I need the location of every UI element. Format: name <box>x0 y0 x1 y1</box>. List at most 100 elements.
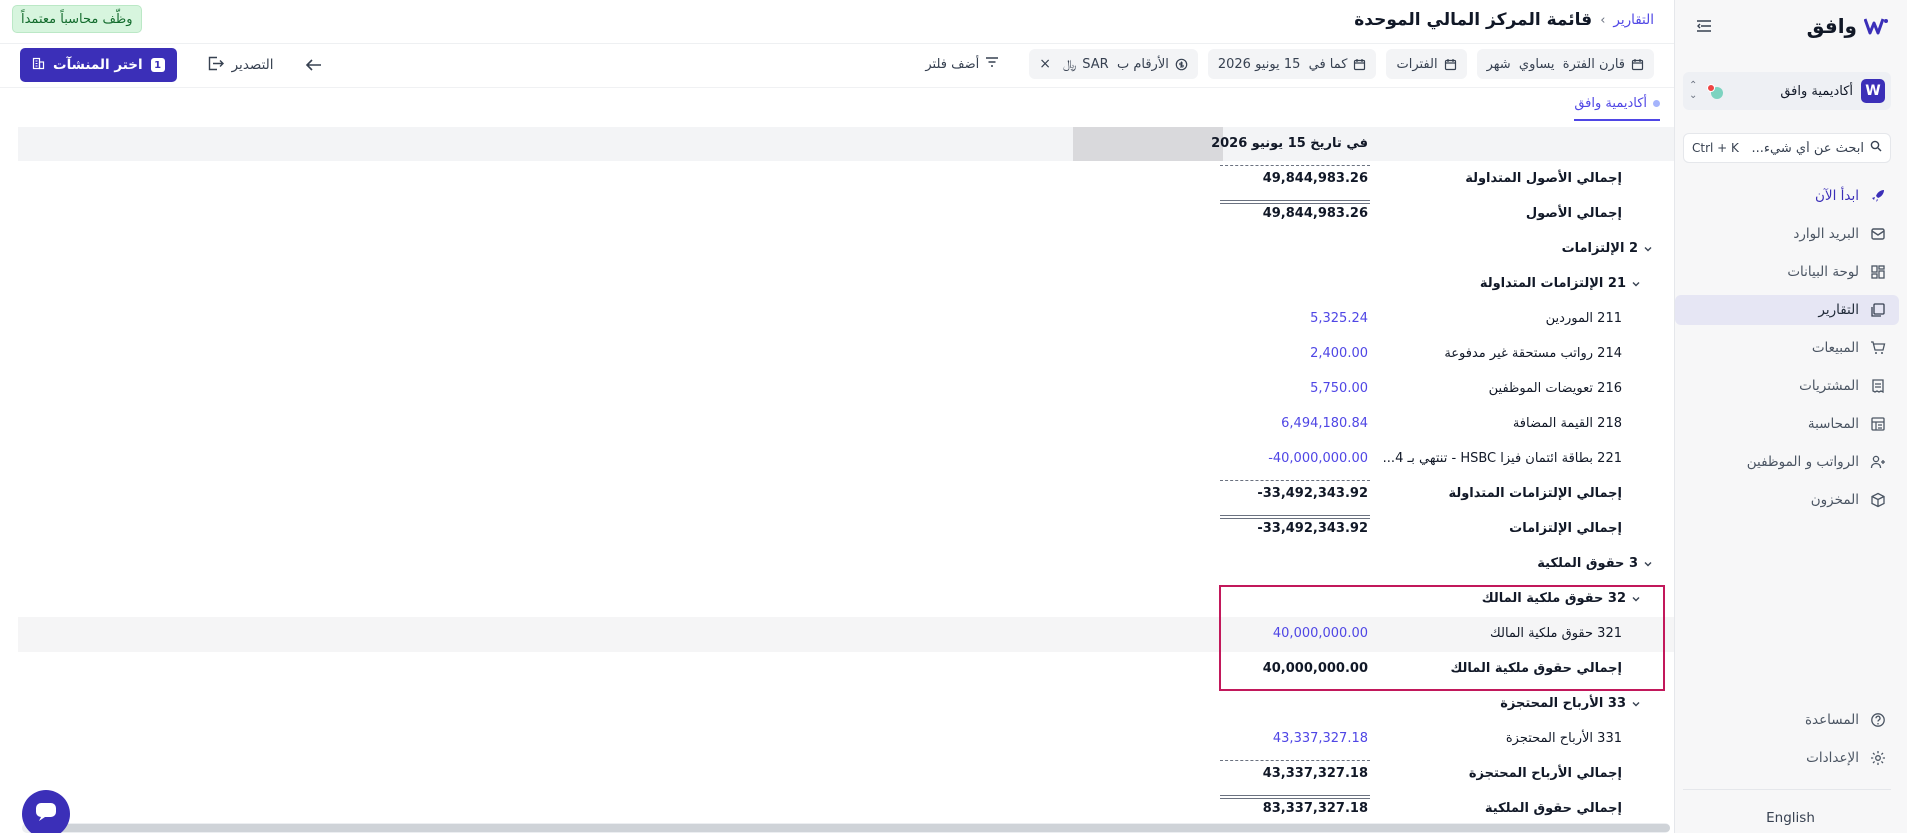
inbox-icon <box>1869 225 1887 243</box>
receipt-icon <box>1869 377 1887 395</box>
box-icon <box>1869 491 1887 509</box>
row-label: 331 الأرباح المحتجزة <box>1505 731 1622 746</box>
breadcrumb-reports-link[interactable]: التقارير <box>1613 12 1654 28</box>
nav-item-settings[interactable]: الإعدادات <box>1675 743 1899 773</box>
account-row: 216 تعويضات الموظفين 5,750.00 <box>18 372 1674 407</box>
add-filter-button[interactable]: أضف فلتر <box>915 56 1009 72</box>
select-entities-button[interactable]: 1 اختر المنشآت <box>20 48 177 82</box>
row-value-link[interactable]: 2,400.00 <box>1310 346 1368 361</box>
toolbar-actions: 1 اختر المنشآت التصدير <box>20 48 324 82</box>
close-icon[interactable]: × <box>1039 56 1051 72</box>
export-icon <box>207 56 224 75</box>
account-row: 331 الأرباح المحتجزة 43,337,327.18 <box>18 722 1674 757</box>
hire-accountant-badge[interactable]: وظّف محاسباً معتمداً <box>12 5 142 33</box>
scrollbar-thumb[interactable] <box>40 824 1670 832</box>
compare-period-chip[interactable]: قارن الفترة يساوي شهر <box>1476 49 1654 79</box>
filter-chips: قارن الفترة يساوي شهر الفترات كما في 15 … <box>915 49 1654 79</box>
account-row: 218 القيمة المضافة 6,494,180.84 <box>18 407 1674 442</box>
group-row[interactable]: 21 الإلتزامات المتداولة <box>18 267 1674 302</box>
sidebar-collapse-icon[interactable] <box>1695 17 1713 35</box>
row-value: -33,492,343.92 <box>1257 486 1368 501</box>
group-row[interactable]: 3 حقوق الملكية <box>18 547 1674 582</box>
wafeq-logo-icon <box>1863 15 1889 37</box>
nav-item-help[interactable]: المساعدة <box>1675 705 1899 735</box>
row-label: 21 الإلتزامات المتداولة <box>1479 276 1626 291</box>
nav-label: المبيعات <box>1811 340 1859 356</box>
nav-label: المحاسبة <box>1807 416 1859 432</box>
nav-item-payroll[interactable]: الرواتب و الموظفين <box>1675 447 1899 477</box>
row-label: 3 حقوق الملكية <box>1537 556 1638 571</box>
rocket-icon <box>1869 187 1887 205</box>
horizontal-scrollbar[interactable] <box>22 823 1670 833</box>
row-value-link[interactable]: 43,337,327.18 <box>1273 731 1368 746</box>
reports-icon <box>1869 301 1887 319</box>
chevron-down-icon[interactable] <box>1630 698 1642 710</box>
nav-item-sales[interactable]: المبيعات <box>1675 333 1899 363</box>
chevron-down-icon[interactable] <box>1642 243 1654 255</box>
subtotal-separator <box>1220 165 1370 166</box>
nav-item-purchases[interactable]: المشتريات <box>1675 371 1899 401</box>
nav-label: التقارير <box>1818 302 1859 318</box>
row-value: 49,844,983.26 <box>1262 171 1368 186</box>
cart-icon <box>1869 339 1887 357</box>
org-switcher[interactable]: W أكاديمية وافق ⌃ ⌄ <box>1683 72 1891 110</box>
export-button[interactable]: التصدير <box>207 56 274 75</box>
nav-label: الرواتب و الموظفين <box>1746 454 1859 470</box>
nav-item-get-started[interactable]: ابدأ الآن <box>1675 181 1899 211</box>
nav-label: البريد الوارد <box>1793 226 1859 242</box>
nav-item-inbox[interactable]: البريد الوارد <box>1675 219 1899 249</box>
ledger-icon <box>1869 415 1887 433</box>
row-label: إجمالي الأرباح المحتجزة <box>1468 766 1622 781</box>
currency-chip[interactable]: الأرقام ب SAR ﷼ × <box>1029 49 1198 79</box>
search-box[interactable]: Ctrl + K <box>1683 133 1891 163</box>
row-label: 211 الموردين <box>1545 311 1622 326</box>
total-separator <box>1220 795 1370 799</box>
total-separator <box>1220 515 1370 519</box>
brand-logo[interactable]: وافق <box>1807 12 1889 40</box>
account-row: 214 رواتب مستحقة غير مدفوعة 2,400.00 <box>18 337 1674 372</box>
row-value-link[interactable]: 6,494,180.84 <box>1281 416 1368 431</box>
row-value: 83,337,327.18 <box>1262 801 1368 816</box>
nav-label: الإعدادات <box>1806 750 1859 766</box>
group-row[interactable]: 33 الأرباح المحتجزة <box>18 687 1674 722</box>
periods-label: الفترات <box>1396 56 1438 72</box>
currency-icon <box>1175 58 1188 71</box>
row-label: 214 رواتب مستحقة غير مدفوعة <box>1444 346 1622 361</box>
as-of-date-chip[interactable]: كما في 15 يونيو 2026 <box>1207 49 1377 79</box>
nav-item-reports[interactable]: التقارير <box>1675 295 1899 325</box>
arrow-left-icon[interactable] <box>304 55 324 75</box>
row-label: إجمالي الأصول <box>1525 206 1622 221</box>
brand-name: وافق <box>1806 14 1857 38</box>
bottom-nav: المساعدة الإعدادات <box>1675 705 1899 781</box>
page-title: قائمة المركز المالي الموحدة <box>1354 10 1593 30</box>
nav-item-accounting[interactable]: المحاسبة <box>1675 409 1899 439</box>
language-switch[interactable]: English <box>1674 810 1907 826</box>
total-row: إجمالي الأصول المتداولة 49,844,983.26 <box>18 162 1674 197</box>
search-input[interactable] <box>1744 140 1864 156</box>
dashboard-icon <box>1869 263 1887 281</box>
row-value-link[interactable]: 5,325.24 <box>1310 311 1368 326</box>
currency-label: الأرقام ب SAR <box>1082 56 1169 72</box>
chat-support-button[interactable] <box>22 790 70 833</box>
nav-item-dashboard[interactable]: لوحة البيانات <box>1675 257 1899 287</box>
riyal-icon: ﷼ <box>1062 56 1077 71</box>
group-row[interactable]: 2 الإلتزامات <box>18 232 1674 267</box>
org-logo: W <box>1861 79 1885 103</box>
nav-label: المخزون <box>1810 492 1859 508</box>
row-value-link[interactable]: -40,000,000.00 <box>1268 451 1368 466</box>
export-label: التصدير <box>231 57 274 73</box>
tab-wafeq-academy[interactable]: أكاديمية وافق <box>1574 96 1660 121</box>
row-value-link[interactable]: 5,750.00 <box>1310 381 1368 396</box>
nav-item-inventory[interactable]: المخزون <box>1675 485 1899 515</box>
tab-label: أكاديمية وافق <box>1574 96 1647 111</box>
subtotal-separator <box>1220 480 1370 481</box>
chevron-down-icon[interactable] <box>1630 278 1642 290</box>
row-label: إجمالي الأصول المتداولة <box>1465 171 1622 186</box>
gear-icon <box>1869 749 1887 767</box>
total-row: إجمالي حقوق الملكية 83,337,327.18 <box>18 792 1674 818</box>
search-icon <box>1870 140 1882 156</box>
chat-icon <box>34 801 58 827</box>
chevron-left-icon: › <box>1600 12 1606 28</box>
chevron-down-icon[interactable] <box>1642 558 1654 570</box>
periods-chip[interactable]: الفترات <box>1386 49 1467 79</box>
